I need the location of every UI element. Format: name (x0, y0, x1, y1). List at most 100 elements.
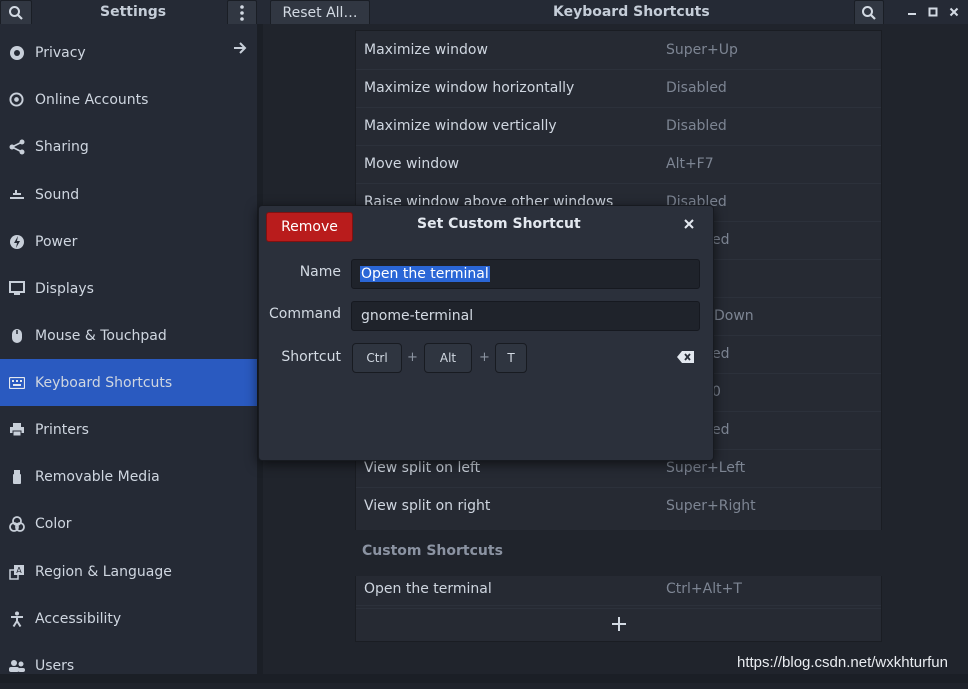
sidebar-item-label: Region & Language (35, 563, 172, 580)
shortcut-name: View split on left (364, 460, 481, 476)
header-bar: Settings Reset All… Keyboard Shortcuts (0, 0, 968, 26)
shortcut-accel: ed (712, 346, 730, 362)
users-icon (0, 659, 35, 673)
sidebar-item-label: Sharing (35, 138, 89, 155)
sidebar-item-region-language[interactable]: A Region & Language (0, 548, 257, 595)
shortcut-accel: Super+Right (666, 498, 756, 514)
shortcut-row[interactable]: Maximize window horizontally Disabled (356, 69, 881, 108)
close-icon (684, 219, 694, 229)
command-label: Command (269, 306, 341, 322)
maximize-icon (928, 7, 938, 17)
shortcut-accel: ed (712, 422, 730, 438)
sidebar-item-keyboard-shortcuts[interactable]: Keyboard Shortcuts (0, 359, 257, 406)
bottom-scrollbar[interactable] (0, 674, 968, 683)
plus-icon (611, 616, 626, 631)
privacy-icon (0, 45, 35, 61)
sidebar-item-label: Keyboard Shortcuts (35, 374, 173, 391)
sidebar-item-printers[interactable]: Printers (0, 406, 257, 453)
usb-icon (0, 469, 35, 485)
mouse-icon (0, 328, 35, 344)
printer-icon (0, 422, 35, 437)
svg-text:A: A (16, 566, 22, 575)
shortcut-accel: Disabled (666, 118, 727, 134)
sidebar-item-online-accounts[interactable]: Online Accounts (0, 76, 257, 123)
command-value: gnome-terminal (361, 308, 474, 324)
watermark-text: https://blog.csdn.net/wxkhturfun (737, 654, 948, 671)
sidebar-item-sharing[interactable]: Sharing (0, 123, 257, 170)
shortcut-name: Move window (364, 156, 460, 172)
minimize-icon (908, 13, 916, 15)
shortcut-name: View split on right (364, 498, 491, 514)
sound-icon (0, 187, 35, 203)
sidebar-item-sound[interactable]: Sound (0, 171, 257, 218)
panel-title: Keyboard Shortcuts (553, 4, 710, 20)
sidebar-item-privacy[interactable]: Privacy (0, 29, 257, 76)
shortcut-row[interactable]: Move window Alt+F7 (356, 145, 881, 184)
sidebar-item-power[interactable]: Power (0, 218, 257, 265)
add-shortcut-button[interactable] (356, 605, 881, 641)
close-icon (949, 7, 959, 17)
key-t[interactable]: T (495, 343, 527, 373)
key-separator: + (479, 350, 490, 365)
shortcut-accel: Down (714, 308, 754, 324)
region-icon: A (0, 564, 35, 580)
name-label: Name (299, 264, 341, 280)
set-custom-shortcut-dialog: Remove Set Custom Shortcut Name Open the… (258, 205, 714, 461)
sidebar-item-label: Accessibility (35, 610, 122, 627)
dialog-title: Set Custom Shortcut (417, 216, 581, 232)
sidebar-search-button[interactable] (0, 0, 32, 26)
color-icon (0, 515, 35, 532)
sidebar-item-color[interactable]: Color (0, 500, 257, 547)
settings-sidebar: Privacy Online Accounts Sharing Sound Po… (0, 24, 257, 683)
keyboard-icon (0, 376, 35, 389)
shortcut-accel: ed (712, 232, 730, 248)
shortcut-name: Maximize window vertically (364, 118, 557, 134)
shortcut-accel: Ctrl+Alt+T (666, 581, 742, 597)
key-alt[interactable]: Alt (424, 343, 472, 373)
sidebar-item-label: Mouse & Touchpad (35, 327, 167, 344)
at-icon (0, 92, 35, 107)
sidebar-item-removable-media[interactable]: Removable Media (0, 453, 257, 500)
sidebar-item-label: Online Accounts (35, 91, 149, 108)
sidebar-item-accessibility[interactable]: Accessibility (0, 595, 257, 642)
shortcut-row[interactable]: Maximize window vertically Disabled (356, 107, 881, 146)
window-close-button[interactable] (946, 0, 962, 24)
sidebar-item-label: Users (35, 657, 75, 674)
sidebar-item-label: Sound (35, 186, 80, 203)
sidebar-item-label: Color (35, 515, 72, 532)
sidebar-item-displays[interactable]: Displays (0, 265, 257, 312)
minimize-button[interactable] (904, 0, 920, 24)
shortcut-name: Maximize window horizontally (364, 80, 575, 96)
display-icon (0, 281, 35, 296)
kebab-menu-icon (240, 5, 244, 21)
arrow-right-icon (233, 41, 247, 59)
search-icon (9, 6, 23, 20)
sidebar-item-label: Power (35, 233, 78, 250)
key-separator: + (407, 350, 418, 365)
accessibility-icon (0, 611, 35, 627)
menu-button[interactable] (227, 0, 257, 26)
dialog-close-button[interactable] (683, 218, 697, 232)
command-field[interactable]: gnome-terminal (351, 301, 700, 331)
name-field[interactable]: Open the terminal (351, 259, 700, 289)
clear-shortcut-button[interactable] (677, 351, 694, 363)
remove-button[interactable]: Remove (266, 212, 353, 242)
shortcut-name: Maximize window (364, 42, 488, 58)
sidebar-item-label: Removable Media (35, 468, 160, 485)
name-value: Open the terminal (360, 266, 490, 282)
sidebar-item-mouse[interactable]: Mouse & Touchpad (0, 312, 257, 359)
search-icon (862, 6, 876, 20)
search-button[interactable] (854, 0, 884, 26)
shortcut-name: Open the terminal (364, 581, 492, 597)
key-ctrl[interactable]: Ctrl (352, 343, 402, 373)
shortcut-row[interactable]: View split on right Super+Right (356, 487, 881, 525)
shortcut-accel: Alt+F7 (666, 156, 714, 172)
sidebar-item-label: Printers (35, 421, 89, 438)
sidebar-title: Settings (100, 4, 167, 20)
reset-all-button[interactable]: Reset All… (270, 0, 370, 26)
shortcut-accel: Super+Left (666, 460, 746, 476)
shortcut-row[interactable]: Maximize window Super+Up (356, 31, 881, 70)
sidebar-item-label: Displays (35, 280, 94, 297)
power-icon (0, 234, 35, 250)
maximize-button[interactable] (925, 0, 941, 24)
